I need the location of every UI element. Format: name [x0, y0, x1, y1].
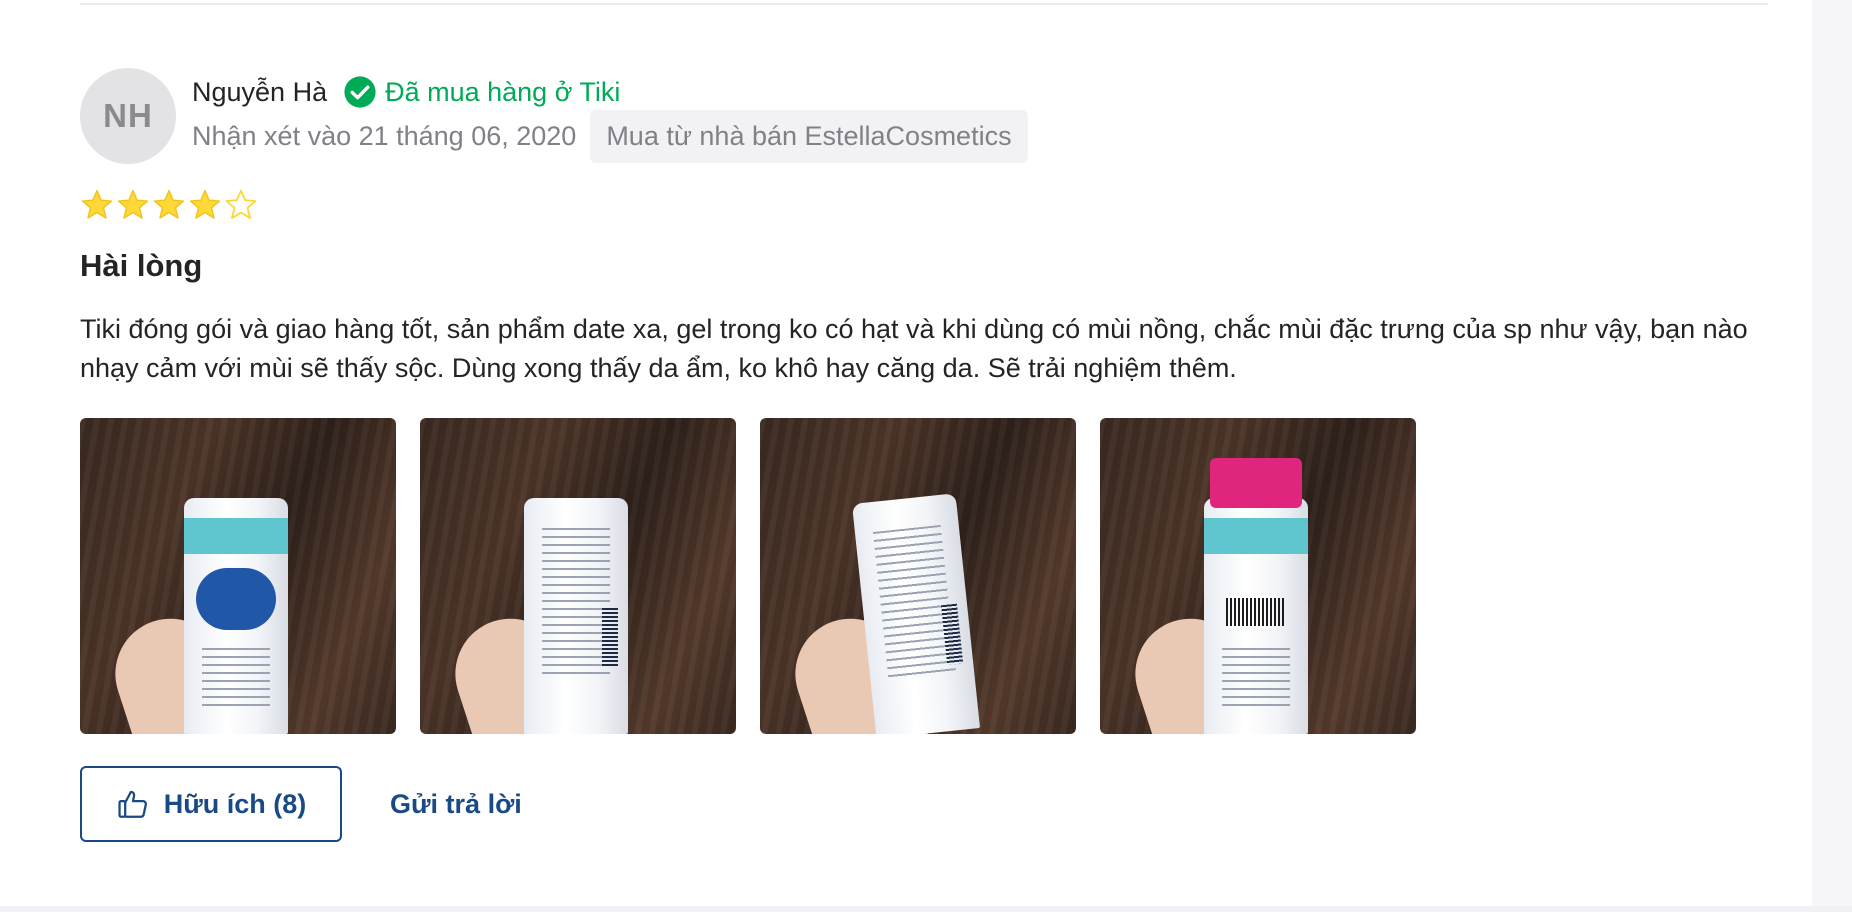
- star-rating: [80, 188, 258, 222]
- product-tube: [524, 498, 628, 734]
- star-filled-icon: [81, 189, 113, 219]
- review-photo-1[interactable]: [80, 418, 396, 734]
- helpful-button[interactable]: Hữu ích (8): [80, 766, 342, 842]
- reviewer-name: Nguyễn Hà: [192, 76, 328, 107]
- helpful-label: Hữu ích (8): [163, 788, 307, 819]
- review-actions: Hữu ích (8) Gửi trả lời: [80, 766, 522, 842]
- top-divider: [80, 0, 1768, 5]
- reply-link[interactable]: Gửi trả lời: [390, 789, 522, 820]
- review-meta: Nhận xét vào 21 tháng 06, 2020 Mua từ nh…: [192, 108, 1028, 164]
- product-tube: [184, 498, 288, 734]
- review-photo-2[interactable]: [420, 418, 736, 734]
- star-empty-icon: [225, 189, 257, 219]
- star-filled-icon: [117, 189, 149, 219]
- product-tube: [1204, 458, 1308, 734]
- bottom-divider: [0, 906, 1852, 912]
- verified-text: Đã mua hàng ở Tiki: [385, 76, 621, 107]
- seller-badge: Mua từ nhà bán EstellaCosmetics: [590, 109, 1028, 163]
- reviewer-row: Nguyễn Hà Đã mua hàng ở Tiki: [192, 72, 620, 112]
- review-photo-3[interactable]: [760, 418, 1076, 734]
- review-body: Tiki đóng gói và giao hàng tốt, sản phẩm…: [80, 314, 1748, 383]
- review-date: Nhận xét vào 21 tháng 06, 2020: [192, 120, 577, 151]
- star-filled-icon: [189, 189, 221, 219]
- page-gutter: [1812, 0, 1852, 912]
- thumbs-up-icon: [118, 790, 147, 818]
- check-circle-icon: [344, 76, 376, 108]
- star-filled-icon: [153, 189, 185, 219]
- review-photo-4[interactable]: [1100, 418, 1416, 734]
- review-title: Hài lòng: [80, 248, 203, 283]
- review-photos: [80, 418, 1416, 734]
- avatar: NH: [80, 68, 176, 164]
- verified-badge: Đã mua hàng ở Tiki: [343, 75, 620, 109]
